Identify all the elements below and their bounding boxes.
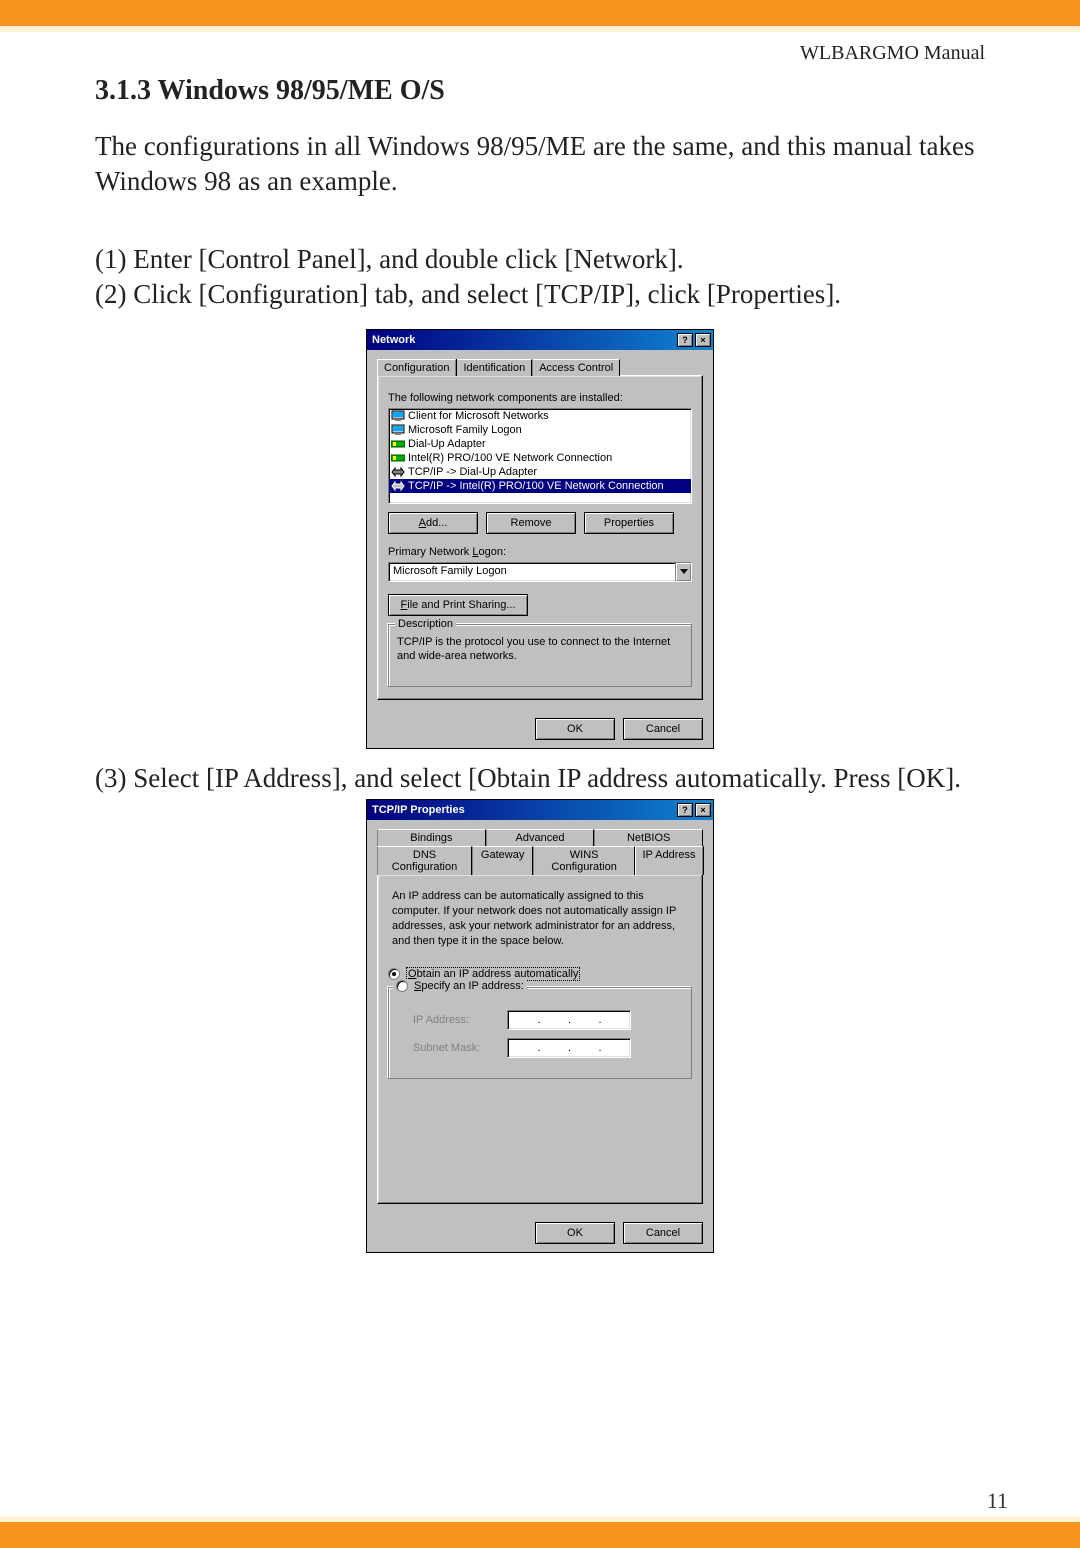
manual-name: WLBARGMO Manual: [95, 42, 985, 65]
list-item[interactable]: TCP/IP -> Dial-Up Adapter: [389, 465, 691, 479]
properties-button[interactable]: Properties: [584, 512, 674, 534]
chevron-down-icon[interactable]: [675, 563, 691, 581]
tab-ipaddress[interactable]: IP Address: [635, 846, 703, 875]
radio-dot-icon: [388, 968, 400, 980]
description-legend: Description: [395, 618, 456, 630]
components-listbox[interactable]: Client for Microsoft Networks Microsoft …: [388, 408, 692, 504]
page-top-strip: [0, 0, 1080, 26]
client-icon: [391, 424, 405, 436]
close-button[interactable]: ×: [695, 803, 711, 817]
network-dialog-title: Network: [369, 334, 418, 346]
network-tabs: Configuration Identification Access Cont…: [377, 358, 703, 375]
protocol-icon: [391, 480, 405, 492]
list-item[interactable]: Intel(R) PRO/100 VE Network Connection: [389, 451, 691, 465]
page-bottom-strip: [0, 1522, 1080, 1548]
remove-button[interactable]: Remove: [486, 512, 576, 534]
tcpip-tabs: Bindings Advanced NetBIOS DNS Configurat…: [377, 828, 703, 874]
ip-address-input[interactable]: [507, 1010, 631, 1030]
tab-access-control[interactable]: Access Control: [532, 359, 620, 376]
subnet-mask-label: Subnet Mask:: [413, 1042, 497, 1054]
ok-button[interactable]: OK: [535, 1222, 615, 1244]
list-item[interactable]: Microsoft Family Logon: [389, 423, 691, 437]
tab-dns[interactable]: DNS Configuration: [377, 846, 472, 875]
adapter-icon: [391, 438, 405, 450]
network-dialog: Network ? × Configuration Identification…: [366, 329, 714, 749]
tab-advanced[interactable]: Advanced: [486, 829, 595, 846]
radio-obtain-auto[interactable]: Obtain an IP address automatically: [388, 967, 692, 981]
tab-netbios[interactable]: NetBIOS: [594, 829, 703, 846]
tcpip-dialog-titlebar[interactable]: TCP/IP Properties ? ×: [367, 800, 713, 820]
close-button[interactable]: ×: [695, 333, 711, 347]
file-print-sharing-button[interactable]: File and Print Sharing...: [388, 594, 528, 616]
protocol-icon: [391, 466, 405, 478]
primary-logon-select[interactable]: Microsoft Family Logon: [388, 562, 692, 582]
description-groupbox: Description TCP/IP is the protocol you u…: [388, 624, 692, 687]
client-icon: [391, 410, 405, 422]
tab-wins[interactable]: WINS Configuration: [533, 846, 635, 875]
step-2: (2) Click [Configuration] tab, and selec…: [95, 277, 985, 312]
help-button[interactable]: ?: [677, 803, 693, 817]
radio-dot-icon: [396, 980, 408, 992]
specify-ip-groupbox: Specify an IP address: IP Address: Subne…: [388, 987, 692, 1079]
tab-gateway[interactable]: Gateway: [472, 846, 533, 875]
help-button[interactable]: ?: [677, 333, 693, 347]
tab-bindings[interactable]: Bindings: [377, 829, 486, 846]
tcpip-dialog: TCP/IP Properties ? × Bindings Advanced …: [366, 799, 714, 1253]
network-dialog-titlebar[interactable]: Network ? ×: [367, 330, 713, 350]
cancel-button[interactable]: Cancel: [623, 1222, 703, 1244]
adapter-icon: [391, 452, 405, 464]
components-label: The following network components are ins…: [388, 392, 692, 404]
subnet-mask-input[interactable]: [507, 1038, 631, 1058]
ip-address-label: IP Address:: [413, 1014, 497, 1026]
tab-configuration[interactable]: Configuration: [377, 359, 456, 376]
intro-paragraph: The configurations in all Windows 98/95/…: [95, 129, 985, 198]
description-text: TCP/IP is the protocol you use to connec…: [397, 635, 683, 664]
section-heading: 3.1.3 Windows 98/95/ME O/S: [95, 75, 985, 107]
ip-address-field: IP Address:: [413, 1010, 683, 1030]
subnet-mask-field: Subnet Mask:: [413, 1038, 683, 1058]
tcpip-dialog-title: TCP/IP Properties: [369, 804, 468, 816]
list-item[interactable]: Dial-Up Adapter: [389, 437, 691, 451]
primary-logon-label: Primary Network Logon:: [388, 546, 692, 558]
list-item[interactable]: Client for Microsoft Networks: [389, 409, 691, 423]
add-button[interactable]: Add...: [388, 512, 478, 534]
primary-logon-value: Microsoft Family Logon: [389, 563, 675, 581]
step-3: (3) Select [IP Address], and select [Obt…: [95, 761, 985, 796]
cancel-button[interactable]: Cancel: [623, 718, 703, 740]
radio-specify-ip[interactable]: Specify an IP address:: [396, 980, 524, 992]
list-item-selected[interactable]: TCP/IP -> Intel(R) PRO/100 VE Network Co…: [389, 479, 691, 493]
ip-intro-text: An IP address can be automatically assig…: [392, 889, 688, 948]
step-1: (1) Enter [Control Panel], and double cl…: [95, 242, 985, 277]
tab-identification[interactable]: Identification: [456, 359, 532, 376]
page-number: 11: [987, 1488, 1008, 1514]
ok-button[interactable]: OK: [535, 718, 615, 740]
